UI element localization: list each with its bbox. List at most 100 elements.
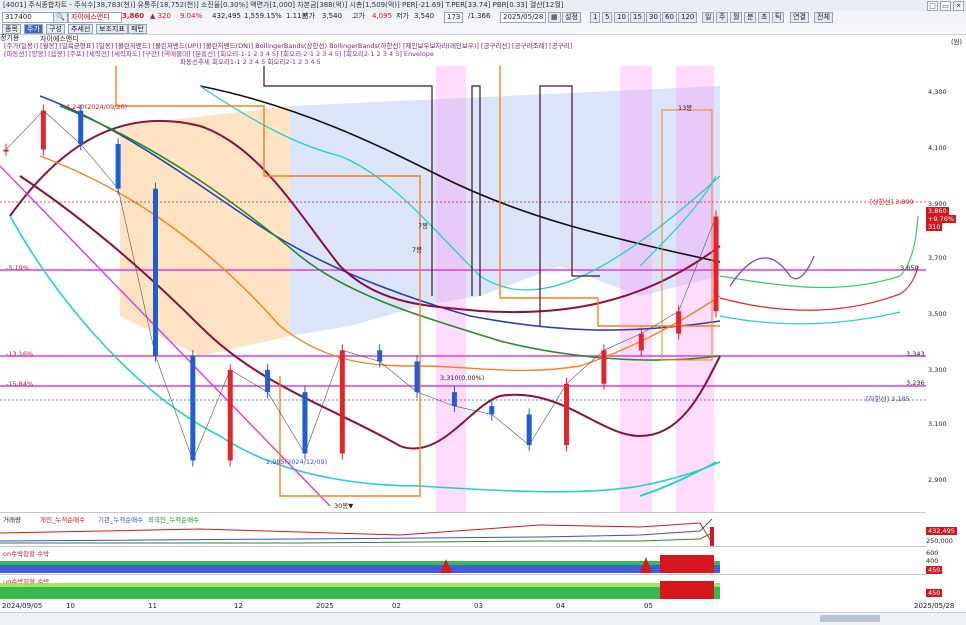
date-input[interactable]: 2025/05/28 <box>500 12 547 23</box>
last-vol-tag: 310 <box>926 223 943 231</box>
x-label-nov: 11 <box>148 602 157 610</box>
volume-chart <box>0 518 714 547</box>
line-3650-tag: 3,650 <box>900 264 919 272</box>
last-price-tag: 3,860 <box>926 207 949 215</box>
panel2-right-val: 450 <box>926 589 943 597</box>
calendar-icon[interactable]: ▦ <box>548 12 561 23</box>
horizontal-scrollbar[interactable] <box>0 612 966 625</box>
x-label-mar: 03 <box>474 602 483 610</box>
stock-code-input[interactable]: 317400 <box>2 12 56 23</box>
secondary-toolbar: 종목 주가 구성 추세선 보조지표 패턴 <box>0 23 966 35</box>
foreign-line <box>0 532 713 544</box>
count-input[interactable]: 173 <box>444 12 464 23</box>
tab-pattern[interactable]: 패턴 <box>128 24 147 34</box>
highlight-zone-2 <box>620 66 652 512</box>
panel1-right-val-2: 600 <box>926 549 939 557</box>
candle-2024-11-20[interactable] <box>152 188 158 356</box>
axis-tick-3700: 3,700 <box>928 254 947 262</box>
type-button-week[interactable]: 주 <box>716 12 729 23</box>
candle-2025-01-20[interactable] <box>265 369 271 393</box>
line-3236-tag: 3,236 <box>906 379 925 387</box>
panel1-blue-fill <box>0 565 720 573</box>
candle-2025-04-09[interactable] <box>526 414 532 446</box>
last-change-tag: +9.76% <box>926 215 957 223</box>
highlight-zone-1 <box>436 66 466 512</box>
view-button-link[interactable]: 연결 <box>790 12 809 23</box>
search-icon[interactable]: 🔍 <box>53 12 68 23</box>
high-label: 고가 <box>352 12 365 20</box>
volume-value: 432,495 <box>212 12 241 20</box>
candle-2025-05-10[interactable] <box>638 333 644 351</box>
restore-window-icon[interactable]: □ <box>927 1 938 11</box>
price-change: ▲ 320 <box>150 12 171 20</box>
volume-panel[interactable]: 거래량 개인_누적순매수 기관_누적순매수 외국인_누적순매수 432,495 … <box>0 512 957 547</box>
candle-2025-03-20[interactable] <box>451 392 457 407</box>
period-button-1[interactable]: 1 <box>590 12 601 23</box>
candle-2025-02-03[interactable] <box>302 392 308 454</box>
candle-2024-09-05[interactable] <box>3 149 9 152</box>
type-button-second[interactable]: 초 <box>758 12 771 23</box>
axis-tick-3100: 3,100 <box>928 420 947 428</box>
pct-label-b: -13.16% <box>6 350 34 358</box>
ratio-value: /1.366 <box>468 12 491 20</box>
tab-stock[interactable]: 종목 <box>2 24 21 34</box>
axis-tick-3300: 3,300 <box>928 366 947 374</box>
open-value: 3,540 <box>322 12 343 20</box>
lower-limit-tag: [하한선] 3,185 <box>866 395 910 403</box>
view-button-all[interactable]: 전체 <box>814 12 833 23</box>
period-button-60[interactable]: 60 <box>662 12 677 23</box>
scrollbar-thumb[interactable] <box>820 615 880 622</box>
candle-2024-12-30[interactable] <box>227 369 233 461</box>
current-price: 3,860 <box>122 12 145 20</box>
period-button-5[interactable]: 5 <box>602 12 613 23</box>
tab-price[interactable]: 주가 <box>24 24 43 34</box>
candle-2025-02-10[interactable] <box>339 350 345 454</box>
period-button-10[interactable]: 10 <box>614 12 629 23</box>
candle-2025-05-28[interactable] <box>713 216 719 312</box>
annotation-high: 4,240(2024/09/20) <box>66 103 128 111</box>
candle-2025-03-05[interactable] <box>414 361 420 393</box>
candle-2025-05-01[interactable] <box>601 350 607 384</box>
candle-2024-11-01[interactable] <box>115 144 121 189</box>
indicator-panel-1[interactable]: on수박겉할 수박 600 400 450 <box>0 546 943 575</box>
forward-line-red <box>719 265 919 311</box>
candle-2025-04-20[interactable] <box>564 383 570 446</box>
type-button-day[interactable]: 일 <box>702 12 715 23</box>
stock-name-field[interactable]: 자이에스앤디 <box>68 12 122 23</box>
type-button-month[interactable]: 월 <box>730 12 743 23</box>
box-label-3: 13봉 <box>678 104 693 112</box>
candle-2024-10-10[interactable] <box>78 110 84 145</box>
candle-2025-04-01[interactable] <box>489 406 495 415</box>
candle-2024-12-09[interactable] <box>190 355 196 461</box>
bottom-marker: 30봉▼ <box>334 502 354 510</box>
main-price-chart[interactable] <box>0 66 926 512</box>
volume-pct: 1,559.15% <box>244 12 282 20</box>
candle-2025-02-20[interactable] <box>377 350 383 362</box>
window-controls: □ ▭ ✕ <box>927 1 964 11</box>
tab-trendline[interactable]: 추세선 <box>68 24 94 34</box>
tab-indicator[interactable]: 보조지표 <box>96 24 128 34</box>
period-button-15[interactable]: 15 <box>630 12 645 23</box>
x-label-end: 2025/05/28 <box>914 602 955 610</box>
indicator-chart-1 <box>0 555 720 573</box>
x-label-2025: 2025 <box>316 602 334 610</box>
close-window-icon[interactable]: ✕ <box>953 1 964 11</box>
period-button-120[interactable]: 120 <box>678 12 698 23</box>
indicator-panel-2[interactable]: up수박겉할 수박 450 <box>0 574 943 601</box>
candle-2025-05-20[interactable] <box>676 311 682 334</box>
settings-button[interactable]: 설정 <box>562 12 581 23</box>
candle-2024-09-20[interactable] <box>40 110 46 150</box>
x-label-dec: 12 <box>234 602 243 610</box>
pct-label-c: -15.84% <box>6 380 34 388</box>
minimize-window-icon[interactable]: ▭ <box>940 1 951 11</box>
period-button-30[interactable]: 30 <box>646 12 661 23</box>
type-button-minute[interactable]: 분 <box>744 12 757 23</box>
x-label-may: 05 <box>644 602 653 610</box>
x-label-start: 2024/09/05 <box>2 602 43 610</box>
indicator-legend-row-3: 파동선추세 회오리1-1 2 3 4 5 회오리2-1 2 3 4 5 <box>180 58 321 66</box>
tab-composition[interactable]: 구성 <box>46 24 65 34</box>
annotation-mid: 3,310(0.00%) <box>440 374 485 382</box>
type-button-tick[interactable]: 틱 <box>772 12 785 23</box>
indicator-chart-2 <box>0 581 720 599</box>
institution-line <box>0 518 713 542</box>
